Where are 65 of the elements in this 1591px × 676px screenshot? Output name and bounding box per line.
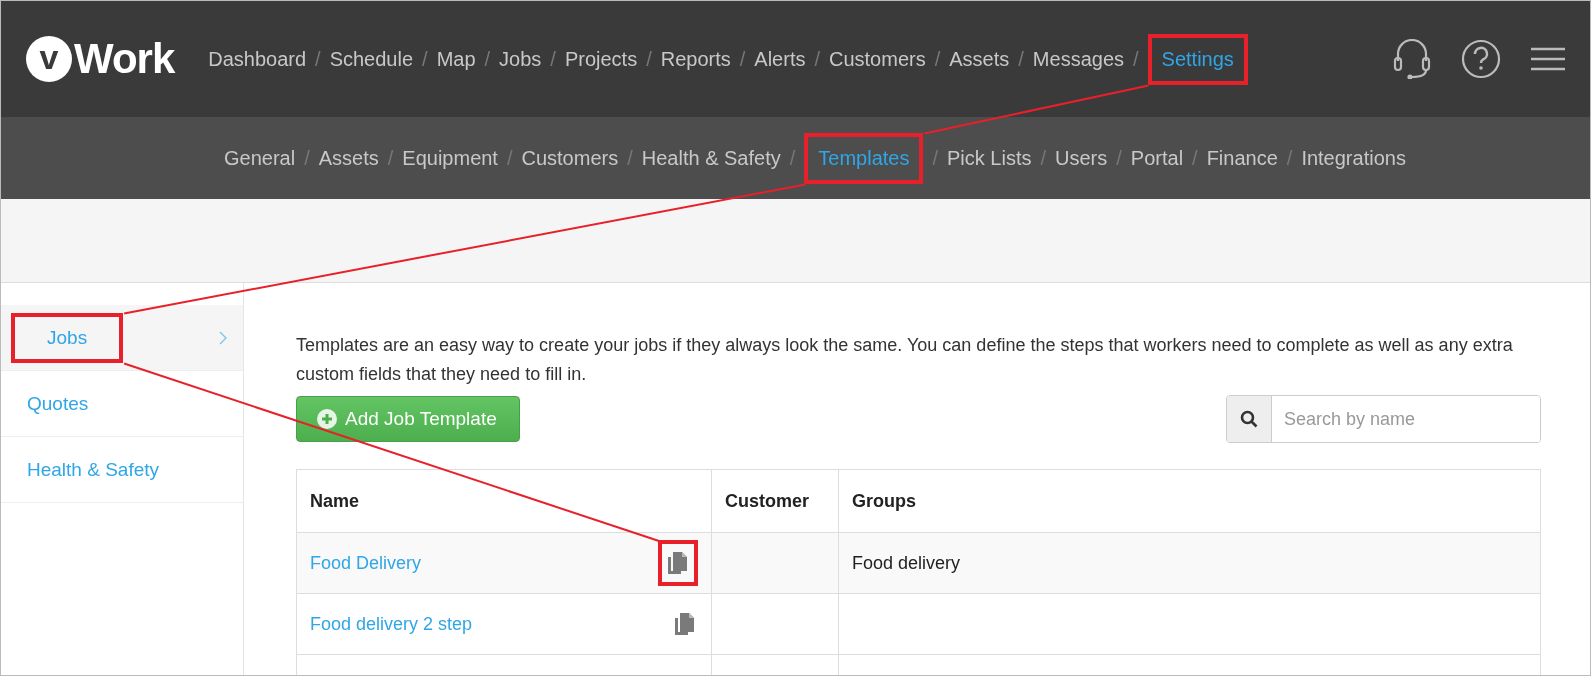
column-header: Name (296, 469, 712, 533)
separator: / (484, 47, 491, 71)
template-link[interactable]: Food delivery 2 step (310, 613, 473, 635)
nav-link[interactable]: Portal (1130, 146, 1184, 170)
separator: / (315, 47, 321, 71)
separator: / (387, 146, 394, 170)
separator: / (627, 146, 633, 170)
copy-icon[interactable] (675, 613, 695, 635)
separator: / (1133, 47, 1139, 71)
search-icon (1240, 410, 1258, 428)
template-link[interactable]: Food Delivery (310, 552, 422, 574)
separator: / (1116, 146, 1122, 170)
nav-link[interactable]: Assets (949, 47, 1010, 71)
separator: / (789, 146, 796, 170)
nav-link[interactable]: Equipment (402, 146, 498, 170)
separator: / (646, 47, 652, 71)
nav-link[interactable]: Finance (1206, 146, 1278, 170)
separator: / (739, 47, 746, 71)
nav-link[interactable]: Health & Safety (641, 146, 781, 170)
nav-link[interactable]: Schedule (329, 47, 414, 71)
nav-link[interactable]: Settings (1161, 47, 1234, 71)
logo-text: Work (74, 35, 175, 83)
separator: / (1286, 146, 1293, 170)
nav-link[interactable]: Users (1055, 146, 1108, 170)
logo-mark: v (26, 36, 72, 82)
help-icon[interactable] (1461, 39, 1501, 79)
separator: / (422, 47, 428, 71)
menu-icon[interactable] (1531, 47, 1565, 71)
separator: / (932, 146, 938, 170)
sidebar-label: Health & Safety (26, 458, 161, 481)
column-header: Customer (711, 469, 839, 533)
nav-link[interactable]: Integrations (1301, 146, 1406, 170)
sidebar-item[interactable]: Health & Safety (1, 437, 243, 503)
copy-icon[interactable] (668, 552, 688, 574)
nav-link[interactable]: Map (436, 47, 476, 71)
separator: / (506, 146, 513, 170)
plus-circle-icon (317, 409, 337, 429)
nav-link[interactable]: Templates (818, 146, 910, 170)
sidebar-label: Quotes (26, 392, 90, 415)
intro-text: Templates are an easy way to create your jobs if they always look the same. You can define the steps that workers need to complete as well as any extra custom fields that they need to fill in. (296, 334, 1514, 386)
separator: / (814, 47, 820, 71)
nav-link[interactable]: Alerts (754, 47, 806, 71)
separator: / (1040, 146, 1047, 170)
nav-link[interactable]: Reports (660, 47, 731, 71)
nav-link[interactable]: Dashboard (208, 47, 307, 71)
sidebar-item[interactable]: Quotes (1, 371, 243, 437)
nav-link[interactable]: Assets (318, 146, 379, 170)
separator: / (550, 47, 556, 71)
nav-link[interactable]: Projects (564, 47, 638, 71)
separator: / (1018, 47, 1024, 71)
column-header: Groups (838, 469, 1541, 533)
sidebar-label: Jobs (46, 326, 89, 349)
separator: / (1192, 146, 1198, 170)
search-field[interactable]: Search by name (1226, 395, 1541, 443)
separator: / (934, 47, 941, 71)
nav-link[interactable]: Messages (1032, 47, 1124, 71)
nav-link[interactable]: Customers (521, 146, 619, 170)
nav-link[interactable]: Pick Lists (947, 146, 1032, 170)
table-cell: Food delivery (852, 552, 961, 573)
nav-link[interactable]: Jobs (499, 47, 542, 71)
headset-icon[interactable] (1393, 39, 1431, 79)
chevron-right-icon (219, 330, 227, 345)
nav-link[interactable]: General (224, 146, 296, 170)
separator: / (304, 146, 310, 170)
nav-link[interactable]: Customers (829, 47, 926, 71)
